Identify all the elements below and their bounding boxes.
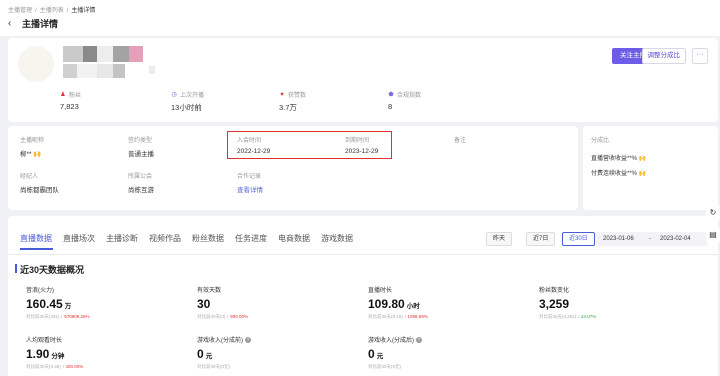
page-title: 主播详情	[22, 19, 59, 29]
share-ratio-title: 分成比	[591, 138, 610, 144]
field-agent: 经纪人 尚栋都霸团队	[20, 174, 59, 194]
metric-game-income-after: 游戏收入(分成后)? 0元 对比前30天(0元)	[368, 336, 422, 369]
info-card: 主播昵称 柳** 🙌 签约类型 普通主播 入会时间 2022-12-29 到期时…	[8, 126, 578, 210]
date-range-end[interactable]: 2023-02-04	[660, 232, 691, 246]
metric-fan-change: 粉丝数变化 3,259 对比前30天(4,262) ↓ 24.07%	[539, 288, 597, 319]
tab-live-data[interactable]: 直播数据	[20, 233, 52, 244]
side-toolbar: ↻ ▤	[706, 206, 720, 246]
breadcrumb-item-current: 主播详情	[71, 8, 96, 14]
breadcrumb-item-anchor-management[interactable]: 主播管理	[8, 8, 32, 14]
help-icon[interactable]: ?	[416, 336, 422, 343]
redacted-name-mosaic	[63, 46, 155, 80]
metric-valid-days: 有效天数 30 对比前30天(3) ↑ 900.00%	[197, 288, 249, 319]
metric-avg-watch-time: 人均观看时长 1.90 分钟 对比前30天(0.38) ↑ 400.00%	[26, 338, 84, 369]
share-ratio-card: 分成比 直播营收收益**% 🙌 付费连续收益**% 🙌	[583, 126, 718, 210]
breadcrumb: 主播管理 / 主播列表 / 主播详情	[8, 8, 96, 14]
heart-icon: ♥	[280, 91, 284, 98]
tab-game[interactable]: 游戏数据	[321, 233, 353, 244]
avatar	[18, 46, 54, 82]
clock-icon: ◷	[171, 91, 177, 98]
help-icon[interactable]: ?	[245, 336, 251, 343]
stat-compliance: ⬟ 合规指数 8	[388, 91, 422, 112]
field-nickname: 主播昵称 柳** 🙌	[20, 138, 45, 158]
tab-tasks[interactable]: 任务进度	[235, 233, 267, 244]
share-ratio-paid: 付费连续收益**% 🙌	[591, 171, 647, 177]
profile-card: ♟ 粉丝 7,823 ◷ 上次开播 13小时前 ♥ 获赞数 3.7万 ⬟ 合规指数 8 …	[8, 38, 718, 122]
stat-last-live-value: 13小时前	[171, 103, 202, 112]
date-range-start[interactable]: 2023-01-06	[603, 232, 634, 246]
tab-bar: 直播数据 直播场次 主播诊断 视频作品 粉丝数据 任务进度 电商数据 游戏数据	[20, 233, 364, 244]
stat-followers-value: 7,823	[60, 102, 79, 111]
date-range-picker[interactable]: 2023-01-06 - 2023-02-04	[596, 232, 708, 246]
back-arrow-icon[interactable]: ‹	[8, 18, 18, 29]
adjust-share-ratio-button[interactable]: 调整分成比	[641, 48, 686, 64]
metric-sound-wave: 音浪(火力) 160.45 万 对比前30天(281) ↑ 570909.25%	[26, 288, 90, 319]
top-bar: 主播管理 / 主播列表 / 主播详情 ‹ 主播详情	[0, 0, 720, 36]
tab-ecommerce[interactable]: 电商数据	[278, 233, 310, 244]
data-panel: 直播数据 直播场次 主播诊断 视频作品 粉丝数据 任务进度 电商数据 游戏数据 …	[8, 216, 718, 376]
breadcrumb-item-anchor-list[interactable]: 主播列表	[40, 8, 64, 14]
section-title: 近30天数据概况	[14, 264, 85, 275]
tab-live-sessions[interactable]: 直播场次	[63, 233, 95, 244]
stat-likes-value: 3.7万	[279, 103, 297, 112]
metric-live-duration: 直播时长 109.80 小时 对比前30天(9.16) ↑ 1098.59%	[368, 288, 428, 319]
stat-likes: ♥ 获赞数 3.7万	[279, 91, 307, 113]
field-cooperation-record: 合作记录 查看详情	[237, 174, 263, 194]
tab-videos[interactable]: 视频作品	[149, 233, 181, 244]
feedback-icon[interactable]: ▤	[706, 228, 720, 242]
more-button[interactable]: ···	[692, 48, 708, 64]
active-tab-indicator	[20, 248, 53, 250]
person-icon: ♟	[60, 91, 66, 98]
highlight-box	[227, 131, 392, 159]
view-details-link[interactable]: 查看详情	[237, 184, 263, 194]
refresh-icon[interactable]: ↻	[706, 206, 720, 220]
filter-last30[interactable]: 近30日	[562, 232, 595, 246]
tab-diagnosis[interactable]: 主播诊断	[106, 233, 138, 244]
filter-yesterday[interactable]: 昨天	[486, 232, 513, 246]
date-range-sep: -	[649, 236, 651, 242]
field-contract-type: 签约类型 普通主播	[128, 138, 154, 158]
field-guild: 所属公会 尚栋互游	[128, 174, 154, 194]
tab-fans[interactable]: 粉丝数据	[192, 233, 224, 244]
divider	[8, 254, 718, 255]
filter-last7[interactable]: 近7日	[526, 232, 556, 246]
metric-game-income-before: 游戏收入(分成前)? 0元 对比前30天(0元)	[197, 336, 251, 369]
shield-icon: ⬟	[388, 91, 394, 98]
stat-last-live: ◷ 上次开播 13小时前	[171, 91, 205, 113]
share-ratio-live: 直播营收收益**% 🙌	[591, 156, 647, 162]
stat-compliance-value: 8	[388, 102, 393, 111]
field-remark: 备注	[454, 138, 467, 144]
stat-followers: ♟ 粉丝 7,823	[60, 91, 82, 112]
